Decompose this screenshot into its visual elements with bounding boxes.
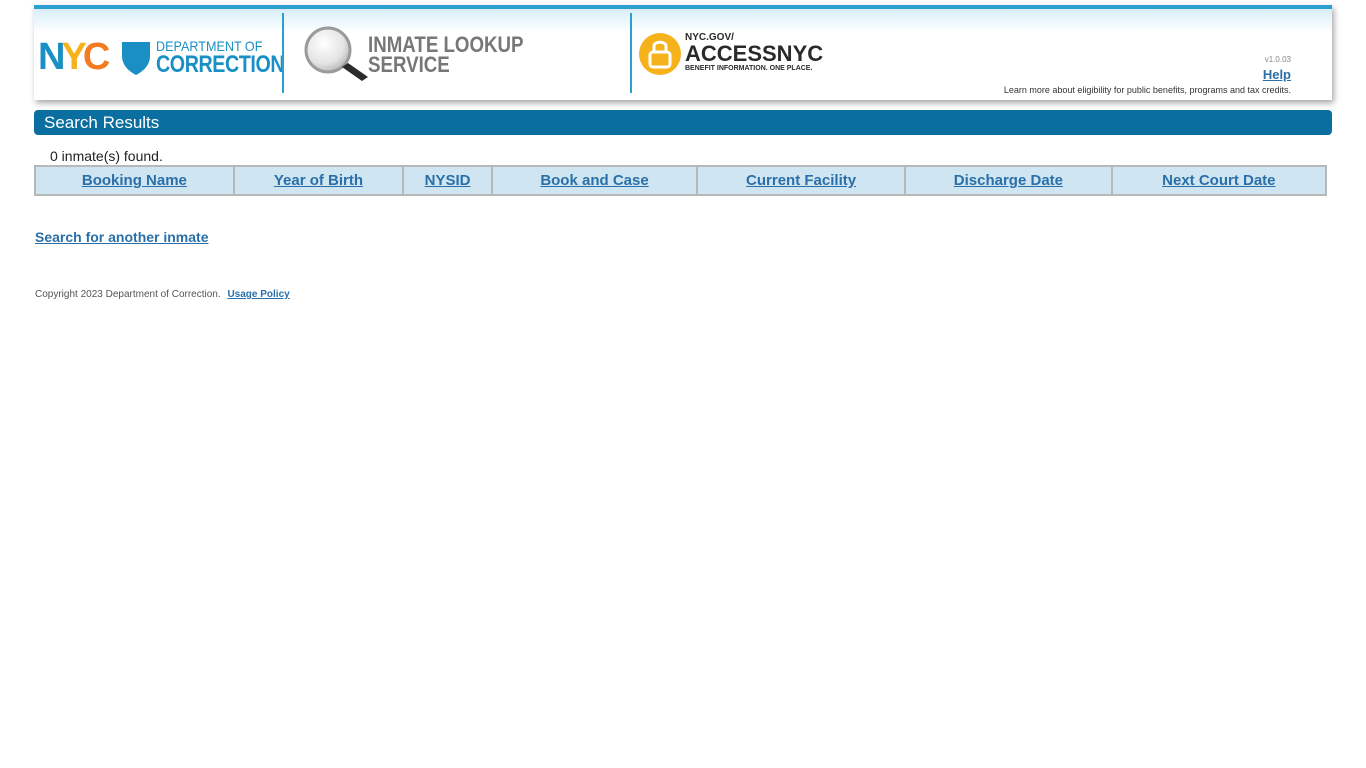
header-divider (282, 13, 284, 93)
service-line2: SERVICE (368, 51, 450, 77)
version-label: v1.0.03 (1264, 55, 1291, 64)
nyc-logo-y: Y (61, 36, 86, 78)
shield-icon (122, 42, 150, 75)
footer: Copyright 2023 Department of Correction.… (35, 289, 290, 300)
column-header-next-court-date[interactable]: Next Court Date (1110, 165, 1328, 196)
search-another-inmate-link[interactable]: Search for another inmate (35, 229, 209, 245)
accessnyc-logo[interactable]: NYC.GOV/ ACCESSNYC BENEFIT INFORMATION. … (685, 33, 824, 73)
nyc-logo-c: C (82, 36, 111, 78)
benefits-info-text: Learn more about eligibility for public … (1003, 85, 1291, 95)
usage-policy-link[interactable]: Usage Policy (227, 289, 289, 300)
results-table: Booking Name Year of Birth NYSID Book an… (34, 165, 1328, 196)
nyc-logo: NYC (38, 36, 111, 78)
column-header-nysid[interactable]: NYSID (402, 165, 493, 196)
service-title: INMATE LOOKUP SERVICE (368, 34, 551, 77)
help-link[interactable]: Help (1263, 67, 1291, 82)
copyright-text: Copyright 2023 Department of Correction. (35, 289, 221, 300)
column-header-book-and-case[interactable]: Book and Case (490, 165, 699, 196)
department-logo-text: DEPARTMENT OF CORRECTION (156, 39, 312, 77)
dept-line2: CORRECTION (156, 51, 285, 78)
column-header-discharge-date[interactable]: Discharge Date (904, 165, 1113, 196)
column-header-year-of-birth[interactable]: Year of Birth (232, 165, 405, 196)
accessnyc-tagline: BENEFIT INFORMATION. ONE PLACE. (685, 65, 813, 72)
site-header: NYC DEPARTMENT OF CORRECTION INMATE LOOK… (34, 5, 1332, 100)
results-count: 0 inmate(s) found. (50, 148, 163, 164)
nyc-logo-n: N (38, 36, 66, 78)
magnifier-icon (304, 26, 368, 81)
column-header-booking-name[interactable]: Booking Name (34, 165, 235, 196)
header-divider (630, 13, 632, 93)
search-results-bar: Search Results (34, 110, 1332, 135)
lock-icon (639, 33, 681, 75)
column-header-current-facility[interactable]: Current Facility (696, 165, 907, 196)
accessnyc-title: ACCESSNYC (685, 41, 824, 66)
page-title: Search Results (44, 113, 160, 132)
table-header-row: Booking Name Year of Birth NYSID Book an… (34, 165, 1328, 196)
